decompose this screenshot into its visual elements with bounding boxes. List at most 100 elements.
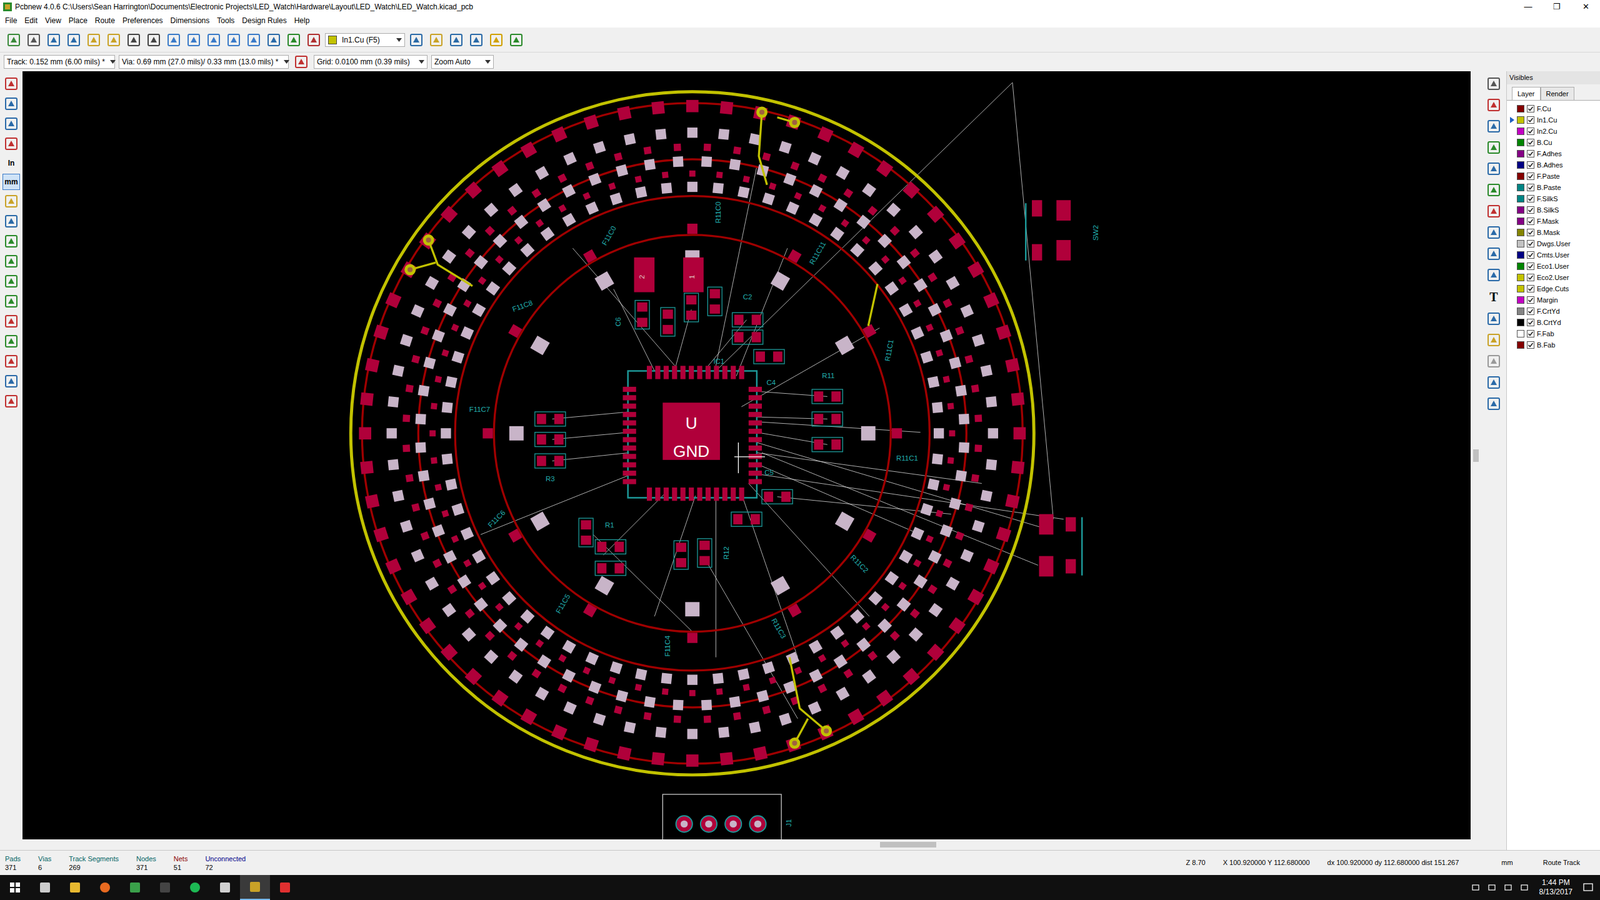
left-tool-button[interactable] <box>2 372 20 390</box>
tray-icon[interactable] <box>1486 882 1497 893</box>
layer-row[interactable]: Eco1.User <box>1509 260 1598 272</box>
layer-row[interactable]: In1.Cu <box>1509 114 1598 126</box>
layer-row[interactable]: F.Paste <box>1509 170 1598 182</box>
taskbar-app[interactable] <box>60 875 90 900</box>
left-tool-button[interactable] <box>2 312 20 330</box>
taskbar-app[interactable] <box>240 875 270 900</box>
text-tool-button[interactable]: T <box>1485 287 1503 307</box>
toolbar-button[interactable] <box>507 31 525 49</box>
layer-checkbox[interactable] <box>1526 150 1535 158</box>
toolbar-button[interactable] <box>205 31 223 49</box>
menu-item[interactable]: Help <box>290 15 314 27</box>
taskbar-app[interactable] <box>210 875 240 900</box>
layer-checkbox[interactable] <box>1526 307 1535 315</box>
track-width-select[interactable]: Track: 0.152 mm (6.00 mils) * <box>3 55 115 69</box>
layer-checkbox[interactable] <box>1526 296 1535 304</box>
window-control[interactable]: — <box>1513 0 1543 14</box>
layer-checkbox[interactable] <box>1526 206 1535 214</box>
left-tool-button[interactable] <box>2 332 20 350</box>
horizontal-scrollbar[interactable] <box>22 839 1482 850</box>
layer-checkbox[interactable] <box>1526 285 1535 293</box>
auto-track-width-button[interactable] <box>292 53 310 71</box>
toolbar-button[interactable] <box>245 31 263 49</box>
layer-row[interactable]: B.Adhes <box>1509 159 1598 171</box>
menu-item[interactable]: Route <box>91 15 119 27</box>
layer-checkbox[interactable] <box>1526 105 1535 113</box>
left-tool-button[interactable] <box>2 232 20 250</box>
panel-tab[interactable]: Layer <box>1511 86 1541 101</box>
layer-row[interactable]: B.Paste <box>1509 181 1598 194</box>
right-tool-button[interactable] <box>1485 202 1503 220</box>
left-tool-button[interactable] <box>2 75 20 93</box>
start-button[interactable] <box>0 875 30 900</box>
layer-row[interactable]: F.Adhes <box>1509 148 1598 160</box>
right-tool-button[interactable] <box>1485 117 1503 135</box>
layer-checkbox[interactable] <box>1526 251 1535 259</box>
menu-item[interactable]: View <box>41 15 65 27</box>
toolbar-button[interactable] <box>65 31 83 49</box>
clock[interactable]: 1:44 PM8/13/2017 <box>1535 878 1577 897</box>
toolbar-button[interactable] <box>145 31 163 49</box>
right-tool-button[interactable] <box>1485 373 1503 392</box>
left-tool-button[interactable] <box>2 212 20 230</box>
toolbar-button[interactable] <box>165 31 183 49</box>
toolbar-button[interactable] <box>467 31 485 49</box>
layer-checkbox[interactable] <box>1526 228 1535 237</box>
layer-checkbox[interactable] <box>1526 273 1535 282</box>
right-tool-button[interactable] <box>1485 223 1503 242</box>
layer-row[interactable]: B.Mask <box>1509 226 1598 239</box>
taskbar-app[interactable] <box>150 875 180 900</box>
menu-item[interactable]: Tools <box>213 15 239 27</box>
left-tool-button[interactable] <box>2 352 20 370</box>
left-tool-button[interactable] <box>2 272 20 290</box>
panel-tab[interactable]: Render <box>1540 86 1575 101</box>
layer-row[interactable]: Dwgs.User <box>1509 238 1598 250</box>
layer-checkbox[interactable] <box>1526 240 1535 248</box>
right-tool-button[interactable] <box>1485 352 1503 370</box>
right-tool-button[interactable] <box>1485 310 1503 328</box>
right-tool-button[interactable] <box>1485 75 1503 93</box>
notifications-icon[interactable] <box>1582 881 1594 894</box>
layer-checkbox[interactable] <box>1526 116 1535 124</box>
units-button[interactable]: In <box>2 155 20 172</box>
toolbar-button[interactable] <box>125 31 143 49</box>
toolbar-button[interactable] <box>447 31 465 49</box>
layer-checkbox[interactable] <box>1526 183 1535 192</box>
left-tool-button[interactable] <box>2 392 20 410</box>
right-tool-button[interactable] <box>1485 160 1503 178</box>
via-size-select[interactable]: Via: 0.69 mm (27.0 mils)/ 0.33 mm (13.0 … <box>118 55 289 69</box>
toolbar-button[interactable] <box>185 31 203 49</box>
layer-row[interactable]: B.Cu <box>1509 136 1598 149</box>
layer-row[interactable]: B.Fab <box>1509 339 1598 351</box>
menu-item[interactable]: Place <box>65 15 92 27</box>
layer-checkbox[interactable] <box>1526 138 1535 147</box>
left-tool-button[interactable] <box>2 252 20 270</box>
layer-checkbox[interactable] <box>1526 127 1535 135</box>
units-button[interactable]: mm <box>2 173 20 190</box>
layer-select[interactable]: In1.Cu (F5) <box>325 33 405 47</box>
layer-row[interactable]: Edge.Cuts <box>1509 283 1598 295</box>
layer-checkbox[interactable] <box>1526 330 1535 338</box>
tray-icon[interactable] <box>1470 882 1481 893</box>
layer-row[interactable]: F.Fab <box>1509 328 1598 340</box>
layer-row[interactable]: F.CrtYd <box>1509 305 1598 317</box>
menu-item[interactable]: Preferences <box>118 15 167 27</box>
left-tool-button[interactable] <box>2 115 20 133</box>
window-control[interactable]: ✕ <box>1571 0 1600 14</box>
toolbar-button[interactable] <box>407 31 425 49</box>
right-tool-button[interactable] <box>1485 181 1503 199</box>
zoom-select[interactable]: Zoom Auto <box>431 55 494 69</box>
grid-select[interactable]: Grid: 0.0100 mm (0.39 mils) <box>313 55 428 69</box>
right-tool-button[interactable] <box>1485 138 1503 157</box>
taskbar-app[interactable] <box>90 875 120 900</box>
taskbar-app[interactable] <box>270 875 300 900</box>
layer-row[interactable]: F.SilkS <box>1509 193 1598 205</box>
layer-checkbox[interactable] <box>1526 262 1535 270</box>
toolbar-button[interactable] <box>45 31 63 49</box>
layer-checkbox[interactable] <box>1526 161 1535 169</box>
left-tool-button[interactable] <box>2 135 20 153</box>
toolbar-button[interactable] <box>225 31 243 49</box>
menu-item[interactable]: Edit <box>20 15 42 27</box>
vertical-scrollbar[interactable] <box>1470 71 1482 840</box>
layer-checkbox[interactable] <box>1526 341 1535 349</box>
